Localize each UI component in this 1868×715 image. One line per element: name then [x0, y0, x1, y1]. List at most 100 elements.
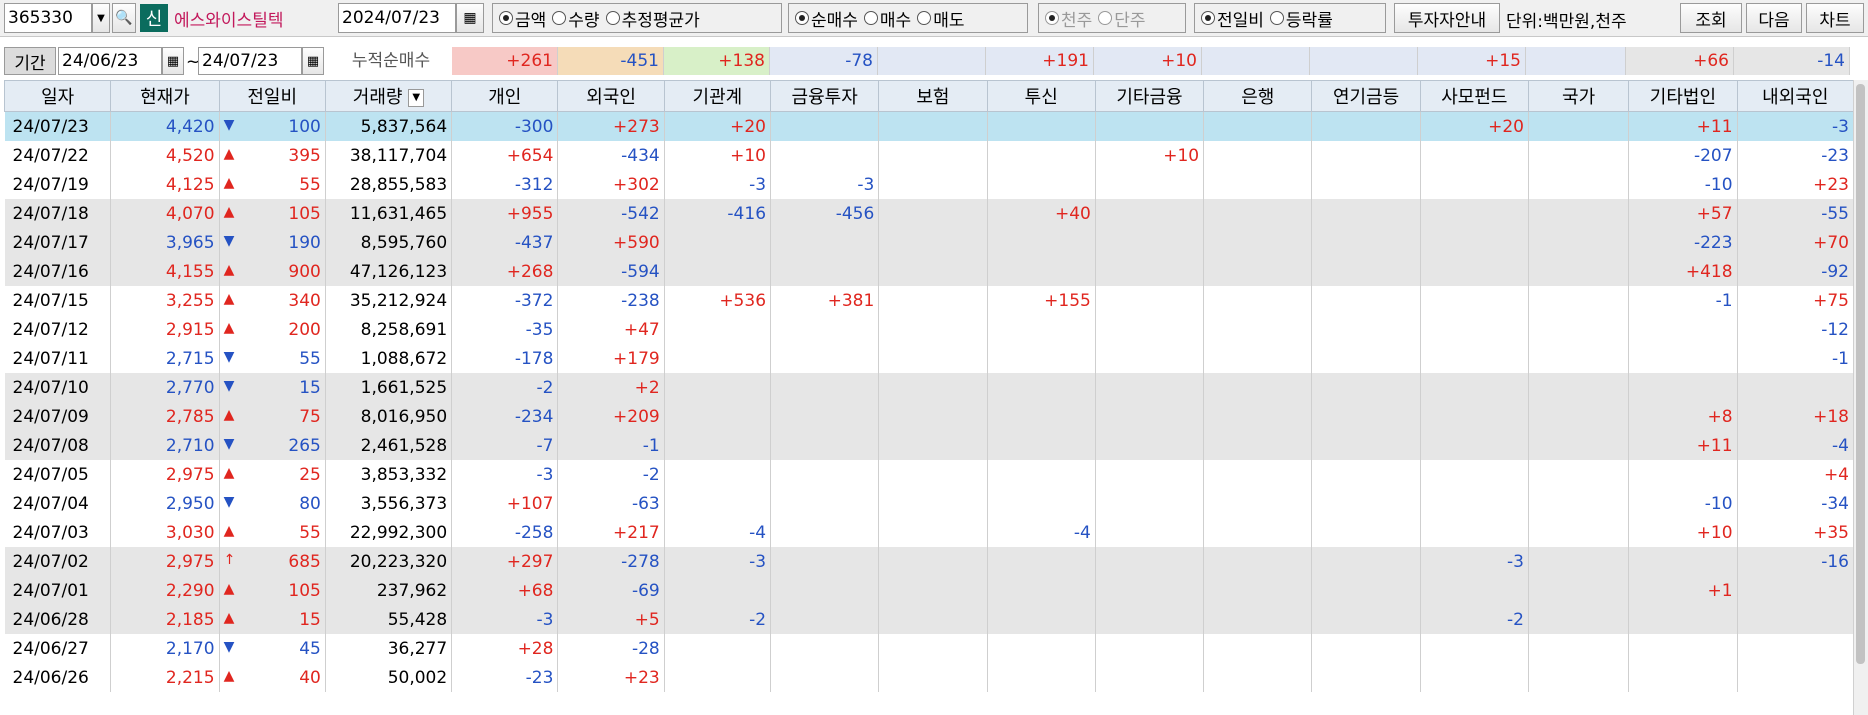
cell-individual: +955	[451, 199, 559, 228]
table-row[interactable]: 24/07/22 4,520 ▲ 395 38,117,704 +654 -434 +10 +1…	[4, 141, 1855, 170]
stock-code-input[interactable]: 365330	[4, 3, 92, 33]
radio-change-rate[interactable]: 등락률	[1269, 6, 1333, 31]
from-calendar-button[interactable]: ▦	[162, 47, 184, 75]
cell-other-finance	[1095, 170, 1205, 199]
vertical-scrollbar[interactable]	[1853, 80, 1868, 715]
sum-other-corp: +66	[1626, 47, 1734, 75]
table-row[interactable]: 24/06/28 2,185 ▲ 15 55,428 -3 +5 -2 -2	[4, 605, 1855, 634]
table-row[interactable]: 24/07/01 2,290 ▲ 105 237,962 +68 -69 +1	[4, 576, 1855, 605]
col-date[interactable]: 일자	[3, 80, 112, 112]
table-row[interactable]: 24/07/19 4,125 ▲ 55 28,855,583 -312 +302 -3 -3 -1…	[4, 170, 1855, 199]
date-picker-button[interactable]: ▦	[456, 3, 484, 33]
code-dropdown-button[interactable]: ▼	[92, 3, 110, 33]
cell-insurance	[878, 373, 988, 402]
volume-dropdown-icon[interactable]: ▼	[408, 89, 425, 107]
cell-prev-diff: ▲ 55	[219, 170, 326, 199]
cell-institution: -3	[664, 547, 772, 576]
radio-sell[interactable]: 매도	[917, 6, 964, 31]
col-domestic-foreign[interactable]: 내외국인	[1736, 80, 1855, 112]
radio-net-buy[interactable]: 순매수	[795, 6, 858, 31]
table-row[interactable]: 24/07/12 2,915 ▲ 200 8,258,691 -35 +47 -12	[4, 315, 1855, 344]
cell-volume: 1,661,525	[325, 373, 453, 402]
col-other-finance[interactable]: 기타금융	[1094, 80, 1205, 112]
cell-other-corp	[1628, 460, 1738, 489]
table-row[interactable]: 24/07/16 4,155 ▲ 900 47,126,123 +268 -594 +418-…	[4, 257, 1855, 286]
radio-buy[interactable]: 매수	[863, 6, 911, 31]
col-volume[interactable]: 거래량 ▼	[324, 80, 453, 112]
col-foreign[interactable]: 외국인	[557, 80, 665, 112]
cell-foreign: -594	[557, 257, 665, 286]
col-trust[interactable]: 투신	[986, 80, 1096, 112]
arrow-down-icon: ▼	[223, 377, 235, 394]
cell-foreign: -1	[557, 431, 665, 460]
col-pension[interactable]: 연기금등	[1311, 80, 1421, 112]
period-from-input[interactable]: 24/06/23	[58, 47, 162, 75]
search-button[interactable]: 🔍	[112, 3, 136, 33]
cell-prev-diff: ▲ 105	[219, 576, 326, 605]
period-to-input[interactable]: 24/07/23	[198, 47, 302, 75]
cell-date: 24/07/16	[4, 257, 112, 286]
share-unit-group: 천주 단주	[1038, 3, 1186, 33]
cell-prev-diff: ▼ 15	[219, 373, 326, 402]
table-row[interactable]: 24/07/03 3,030 ▲ 55 22,992,300 -258 +217 -4 -4 +1…	[4, 518, 1855, 547]
radio-single-shares[interactable]: 단주	[1098, 6, 1146, 31]
col-bank[interactable]: 은행	[1203, 80, 1313, 112]
table-row[interactable]: 24/06/26 2,215 ▲ 40 50,002 -23 +23	[4, 663, 1855, 692]
cell-nation	[1528, 547, 1630, 576]
to-calendar-button[interactable]: ▦	[302, 47, 324, 75]
table-row[interactable]: 24/07/04 2,950 ▼ 80 3,556,373 +107 -63 -10 -34	[4, 489, 1855, 518]
radio-amount[interactable]: 금액	[499, 6, 546, 31]
cell-individual: -23	[451, 663, 559, 692]
col-institution[interactable]: 기관계	[663, 80, 772, 112]
sum-private-fund: +15	[1418, 47, 1526, 75]
scrollbar-thumb[interactable]	[1856, 84, 1865, 664]
chart-button[interactable]: 차트	[1806, 3, 1864, 33]
query-button[interactable]: 조회	[1680, 3, 1742, 33]
col-other-corp[interactable]: 기타법인	[1628, 80, 1738, 112]
col-financial-invest[interactable]: 금융투자	[770, 80, 880, 112]
col-individual[interactable]: 개인	[451, 80, 559, 112]
col-nation[interactable]: 국가	[1527, 80, 1630, 112]
radio-thousand-shares[interactable]: 천주	[1045, 6, 1092, 31]
table-row[interactable]: 24/07/23 4,420 ▼ 100 5,837,564 -300 +273 +20 +20…	[4, 111, 1855, 141]
arrow-up-icon: ▲	[223, 464, 235, 481]
cell-financial-invest	[770, 460, 880, 489]
cell-trust	[987, 141, 1096, 170]
arrow-down-icon: ▼	[223, 116, 235, 133]
cell-private-fund	[1420, 315, 1529, 344]
date-input[interactable]: 2024/07/23	[338, 3, 456, 33]
investor-guide-button[interactable]: 투자자안내	[1394, 3, 1500, 33]
table-row[interactable]: 24/07/15 3,255 ▲ 340 35,212,924 -372 -238 +536 +…	[4, 286, 1855, 315]
prev-diff-value: 100	[288, 116, 321, 137]
col-private-fund[interactable]: 사모펀드	[1419, 80, 1529, 112]
radio-avg-price[interactable]: 추정평균가	[605, 6, 700, 31]
table-row[interactable]: 24/06/27 2,170 ▼ 45 36,277 +28 -28	[4, 634, 1855, 663]
cell-bank	[1203, 286, 1313, 315]
cell-nation	[1528, 431, 1630, 460]
cell-price: 3,965	[110, 228, 220, 257]
prev-diff-value: 105	[288, 203, 321, 224]
table-row[interactable]: 24/07/05 2,975 ▲ 25 3,853,332 -3 -2 +4	[4, 460, 1855, 489]
cell-price: 3,030	[110, 518, 220, 547]
table-row[interactable]: 24/07/02 2,975 ↑ 685 20,223,320 +297 -278 -3 -3-…	[4, 547, 1855, 576]
table-row[interactable]: 24/07/10 2,770 ▼ 15 1,661,525 -2 +2	[4, 373, 1855, 402]
col-insurance[interactable]: 보험	[878, 80, 988, 112]
cell-private-fund	[1420, 576, 1529, 605]
arrow-down-icon: ▼	[223, 348, 235, 365]
radio-quantity[interactable]: 수량	[552, 6, 600, 31]
table-row[interactable]: 24/07/09 2,785 ▲ 75 8,016,950 -234 +209 +8 +18	[4, 402, 1855, 431]
next-button[interactable]: 다음	[1746, 3, 1802, 33]
col-price[interactable]: 현재가	[110, 80, 220, 112]
cell-individual: -437	[451, 228, 559, 257]
cell-domestic-foreign: -4	[1737, 431, 1855, 460]
table-row[interactable]: 24/07/17 3,965 ▼ 190 8,595,760 -437 +590 -223 +7…	[4, 228, 1855, 257]
radio-prev-diff[interactable]: 전일비	[1201, 6, 1264, 31]
cell-foreign: +209	[557, 402, 665, 431]
table-row[interactable]: 24/07/18 4,070 ▲ 105 11,631,465 +955 -542 -416-…	[4, 199, 1855, 228]
calendar-icon: ▦	[306, 53, 320, 69]
cell-domestic-foreign: +18	[1737, 402, 1855, 431]
cell-other-finance	[1095, 344, 1205, 373]
table-row[interactable]: 24/07/08 2,710 ▼ 265 2,461,528 -7 -1 +11 -4	[4, 431, 1855, 460]
table-row[interactable]: 24/07/11 2,715 ▼ 55 1,088,672 -178 +179 -1	[4, 344, 1855, 373]
col-prev-diff[interactable]: 전일비	[218, 80, 326, 112]
